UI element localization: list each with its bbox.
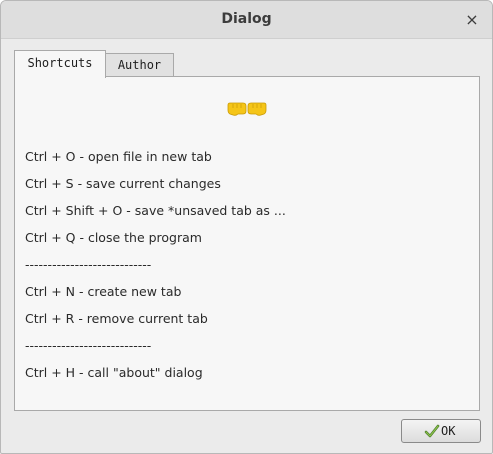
tab-shortcuts[interactable]: Shortcuts bbox=[14, 50, 106, 78]
fist-bump-icon bbox=[227, 102, 267, 116]
shortcut-save-as: Ctrl + Shift + O - save *unsaved tab as … bbox=[25, 203, 286, 218]
dialog-window: Dialog × Shortcuts Author Ctrl + O - ope… bbox=[0, 0, 493, 454]
close-icon[interactable]: × bbox=[462, 10, 482, 30]
shortcut-save: Ctrl + S - save current changes bbox=[25, 176, 221, 191]
shortcut-remove-tab: Ctrl + R - remove current tab bbox=[25, 311, 208, 326]
ok-button-label: OK bbox=[441, 424, 456, 438]
shortcut-close-program: Ctrl + Q - close the program bbox=[25, 230, 202, 245]
shortcut-new-tab: Ctrl + N - create new tab bbox=[25, 284, 182, 299]
title-bar: Dialog × bbox=[1, 1, 492, 39]
tab-author[interactable]: Author bbox=[105, 53, 174, 77]
shortcut-open-file: Ctrl + O - open file in new tab bbox=[25, 149, 212, 164]
checkmark-icon bbox=[424, 424, 440, 438]
window-title: Dialog bbox=[221, 11, 272, 27]
dialog-footer: OK bbox=[1, 411, 492, 453]
separator-line: ---------------------------- bbox=[25, 257, 152, 272]
ok-button[interactable]: OK bbox=[401, 419, 481, 443]
shortcuts-pane: Ctrl + O - open file in new tab Ctrl + S… bbox=[14, 76, 480, 411]
shortcut-about: Ctrl + H - call "about" dialog bbox=[25, 365, 203, 380]
separator-line: ---------------------------- bbox=[25, 338, 152, 353]
